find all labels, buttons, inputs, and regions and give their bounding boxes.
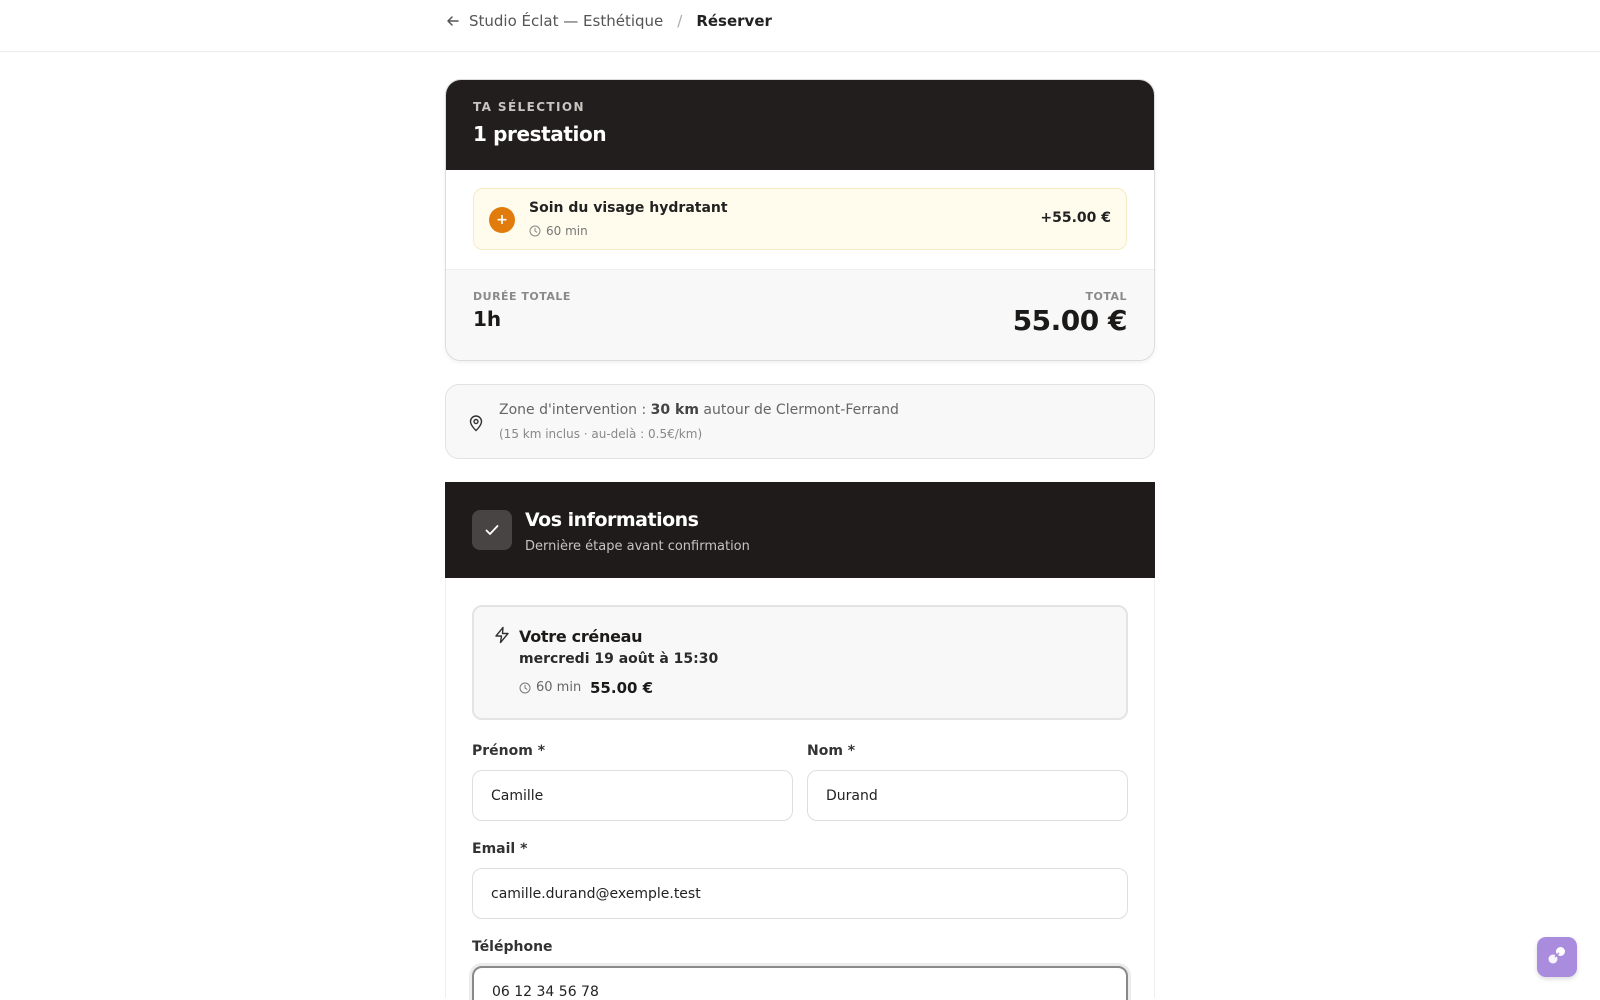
breadcrumb-parent-link[interactable]: Studio Éclat — Esthétique	[469, 12, 663, 30]
customer-info-body: Votre créneau mercredi 19 août à 15:30 6…	[445, 578, 1155, 1000]
name-row: Prénom * Nom *	[472, 743, 1128, 821]
bolt-icon	[493, 626, 511, 644]
email-group: Email *	[472, 841, 1128, 919]
total-price-label: TOTAL	[1085, 290, 1127, 303]
chat-widget-icon	[1545, 943, 1569, 971]
zone-details: (15 km inclus · au-delà : 0.5€/km)	[499, 427, 703, 441]
selected-slot-card: Votre créneau mercredi 19 août à 15:30 6…	[472, 605, 1128, 720]
service-duration-text: 60 min	[546, 224, 588, 238]
top-bar: Studio Éclat — Esthétique / Réserver	[0, 0, 1600, 52]
service-duration: 60 min	[529, 224, 588, 238]
chat-widget-button[interactable]	[1537, 937, 1577, 977]
booking-container: TA SÉLECTION 1 prestation + Soin du visa…	[445, 79, 1155, 1000]
email-label: Email *	[472, 841, 528, 857]
clock-icon	[519, 682, 531, 694]
selection-totals: DURÉE TOTALE 1h TOTAL 55.00 €	[446, 269, 1154, 360]
zone-distance: 30 km	[650, 402, 699, 418]
breadcrumb-separator: /	[677, 12, 683, 30]
service-zone-card: Zone d'intervention : 30 km autour de Cl…	[445, 384, 1155, 459]
phone-row: Téléphone	[472, 939, 1128, 1000]
slot-duration: 60 min	[519, 680, 581, 695]
slot-price: 55.00 €	[590, 679, 654, 697]
customer-info-header: Vos informations Dernière étape avant co…	[445, 482, 1155, 578]
customer-info-subtitle: Dernière étape avant confirmation	[525, 539, 750, 554]
breadcrumb-current: Réserver	[696, 12, 772, 30]
zone-prefix: Zone d'intervention :	[499, 402, 647, 418]
slot-title: Votre créneau	[519, 627, 643, 646]
phone-input[interactable]	[472, 966, 1128, 1000]
map-pin-icon	[468, 414, 484, 432]
breadcrumb: Studio Éclat — Esthétique / Réserver	[445, 10, 772, 32]
service-item: + Soin du visage hydratant 60 min +55.00…	[473, 188, 1127, 250]
last-name-group: Nom *	[807, 743, 1128, 821]
customer-info-section: Vos informations Dernière étape avant co…	[445, 482, 1155, 1000]
email-input[interactable]	[472, 868, 1128, 919]
total-price-value: 55.00 €	[1012, 304, 1128, 337]
service-name: Soin du visage hydratant	[529, 200, 728, 216]
phone-group: Téléphone	[472, 939, 1128, 1000]
first-name-label: Prénom *	[472, 743, 546, 759]
last-name-input[interactable]	[807, 770, 1128, 821]
selection-eyebrow: TA SÉLECTION	[473, 100, 585, 114]
total-duration-label: DURÉE TOTALE	[473, 290, 571, 303]
first-name-input[interactable]	[472, 770, 793, 821]
check-icon	[472, 510, 512, 550]
arrow-left-icon[interactable]	[445, 13, 461, 29]
service-badge: +	[489, 207, 515, 233]
service-price: +55.00 €	[1040, 210, 1111, 226]
total-duration-value: 1h	[473, 307, 502, 331]
zone-description: Zone d'intervention : 30 km autour de Cl…	[499, 402, 899, 418]
customer-info-title: Vos informations	[525, 509, 699, 531]
selection-summary-header: TA SÉLECTION 1 prestation	[446, 80, 1154, 170]
selection-title: 1 prestation	[473, 122, 607, 146]
email-row: Email *	[472, 841, 1128, 919]
slot-duration-text: 60 min	[536, 680, 582, 695]
first-name-group: Prénom *	[472, 743, 793, 821]
clock-icon	[529, 225, 541, 237]
zone-suffix: autour de Clermont-Ferrand	[703, 402, 899, 418]
phone-label: Téléphone	[472, 939, 553, 955]
last-name-label: Nom *	[807, 743, 856, 759]
slot-date: mercredi 19 août à 15:30	[519, 651, 719, 667]
selection-summary-card: TA SÉLECTION 1 prestation + Soin du visa…	[445, 79, 1155, 361]
selection-services: + Soin du visage hydratant 60 min +55.00…	[446, 170, 1154, 269]
